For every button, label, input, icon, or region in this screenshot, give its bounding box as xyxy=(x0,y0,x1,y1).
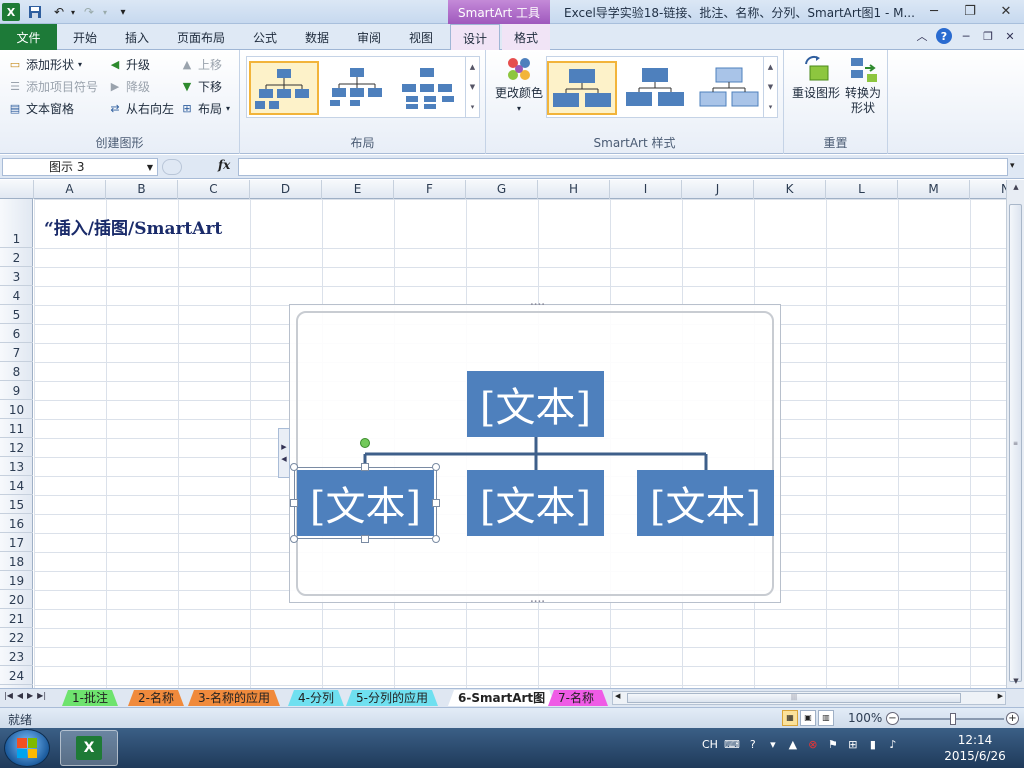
keyboard-icon[interactable]: ⌨ xyxy=(724,738,740,751)
text-pane-toggle[interactable]: ▶ ◀ xyxy=(278,428,290,478)
horizontal-scrollbar[interactable]: ◀ ||| ▶ xyxy=(612,691,1006,705)
resize-handle[interactable] xyxy=(432,463,440,471)
clock[interactable]: 12:14 2015/6/26 xyxy=(940,732,1010,764)
first-sheet-icon[interactable]: |◀ xyxy=(4,691,13,700)
resize-handle[interactable] xyxy=(290,499,298,507)
start-button[interactable] xyxy=(4,729,50,767)
page-layout-view-icon[interactable]: ▣ xyxy=(800,710,816,726)
smartart-node-top[interactable]: [文本] xyxy=(467,371,604,437)
sheet-tab-3[interactable]: 3-名称的应用 xyxy=(188,690,280,706)
sheet-tab-5[interactable]: 5-分列的应用 xyxy=(346,690,438,706)
clock-date: 2015/6/26 xyxy=(944,749,1006,763)
resize-handle[interactable] xyxy=(361,463,369,471)
windows-taskbar: X CH ⌨ ? ▾ ▲ ⊗ ⚑ ⊞ ▮ ♪ 12:14 2015/6/26 xyxy=(0,728,1024,768)
volume-icon[interactable]: ♪ xyxy=(886,738,900,751)
clock-time: 12:14 xyxy=(957,733,993,747)
vertical-scroll-thumb[interactable]: ≡ xyxy=(1009,204,1022,682)
sheet-nav: |◀ ◀ ▶ ▶| xyxy=(4,691,46,700)
zoom-level[interactable]: 100% xyxy=(848,711,882,725)
page-break-view-icon[interactable]: ▥ xyxy=(818,710,834,726)
tray-dropdown-icon[interactable]: ▾ xyxy=(766,738,780,751)
sheet-tab-bar: |◀ ◀ ▶ ▶| 1-批注 2-名称 3-名称的应用 4-分列 5-分列的应用… xyxy=(0,688,1024,707)
windows-logo-icon xyxy=(17,738,37,758)
help-tray-icon[interactable]: ? xyxy=(746,738,760,751)
error-icon[interactable]: ⊗ xyxy=(806,738,820,751)
resize-handle[interactable] xyxy=(432,499,440,507)
scroll-up-icon[interactable]: ▲ xyxy=(1007,180,1024,194)
zoom-in-icon[interactable]: + xyxy=(1006,712,1019,725)
status-bar: 就绪 ▦ ▣ ▥ 100% − + xyxy=(0,707,1024,728)
action-center-icon[interactable]: ⚑ xyxy=(826,738,840,751)
rotation-handle[interactable] xyxy=(360,438,370,448)
smartart-node-child-3[interactable]: [文本] xyxy=(637,470,774,536)
normal-view-icon[interactable]: ▦ xyxy=(782,710,798,726)
selection-outline xyxy=(294,467,437,539)
next-sheet-icon[interactable]: ▶ xyxy=(27,691,33,700)
vertical-scrollbar[interactable]: ▲ ≡ ▼ xyxy=(1006,180,1024,688)
resize-handle[interactable] xyxy=(290,535,298,543)
resize-handle[interactable] xyxy=(290,463,298,471)
horizontal-scroll-thumb[interactable]: ||| xyxy=(627,693,961,703)
show-hidden-icon[interactable]: ▲ xyxy=(786,738,800,751)
language-indicator[interactable]: CH xyxy=(702,738,718,751)
network-icon[interactable]: ▮ xyxy=(866,738,880,751)
view-buttons: ▦ ▣ ▥ xyxy=(782,710,834,726)
zoom-knob[interactable] xyxy=(950,713,956,725)
taskbar-excel[interactable]: X xyxy=(60,730,118,766)
resize-handle[interactable] xyxy=(432,535,440,543)
sheet-tab-4[interactable]: 4-分列 xyxy=(288,690,344,706)
zoom-out-icon[interactable]: − xyxy=(886,712,899,725)
system-tray: CH ⌨ ? ▾ ▲ ⊗ ⚑ ⊞ ▮ ♪ xyxy=(702,738,900,751)
status-ready: 就绪 xyxy=(8,713,33,727)
sheet-tab-7[interactable]: 7-名称 xyxy=(548,690,608,706)
resize-handle[interactable] xyxy=(361,535,369,543)
excel-app-icon: X xyxy=(76,736,102,760)
smartart-node-child-2[interactable]: [文本] xyxy=(467,470,604,536)
scroll-down-icon[interactable]: ▼ xyxy=(1007,674,1024,688)
zoom-slider[interactable]: − + xyxy=(886,712,1020,726)
scroll-right-icon[interactable]: ▶ xyxy=(998,692,1003,700)
sheet-tab-2[interactable]: 2-名称 xyxy=(128,690,184,706)
scroll-left-icon[interactable]: ◀ xyxy=(615,692,620,700)
prev-sheet-icon[interactable]: ◀ xyxy=(17,691,23,700)
sheet-tab-6-active[interactable]: 6-SmartArt图 xyxy=(448,690,555,706)
sheet-tab-1[interactable]: 1-批注 xyxy=(62,690,118,706)
windows-flag-icon[interactable]: ⊞ xyxy=(846,738,860,751)
last-sheet-icon[interactable]: ▶| xyxy=(37,691,46,700)
